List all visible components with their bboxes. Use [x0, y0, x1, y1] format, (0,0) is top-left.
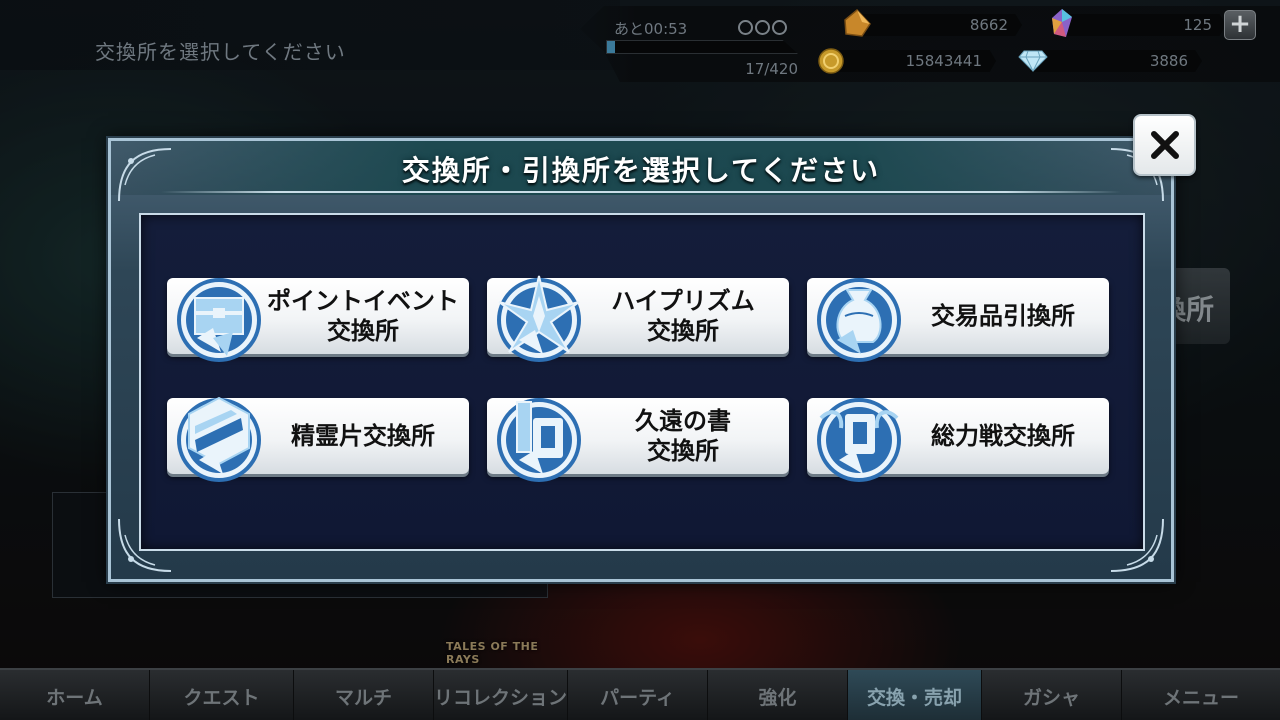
prism-star-icon: [497, 275, 581, 362]
add-currency-button[interactable]: +: [1224, 10, 1256, 40]
nav-enhance[interactable]: 強化: [708, 670, 848, 720]
prism-counter: 125: [1064, 14, 1226, 36]
exchange-label-line1: 精霊片交換所: [291, 422, 435, 450]
exchange-list-panel: [139, 213, 1145, 551]
exchange-label-line1: 久遠の書: [635, 407, 731, 435]
stamina-bar-fill: [607, 41, 615, 53]
stamina-dot: [738, 20, 753, 35]
game-logo: TALES OF THE RAYS: [446, 632, 560, 674]
ore-icon: [844, 8, 871, 37]
exchange-label-line1: ハイプリズム: [611, 287, 755, 315]
nav-gacha[interactable]: ガシャ: [982, 670, 1122, 720]
nav-home[interactable]: ホーム: [0, 670, 150, 720]
spirit-shard-icon: [177, 396, 261, 482]
nav-recollection[interactable]: リコレクション: [434, 670, 568, 720]
nav-exchange-sell[interactable]: 交換・売却: [848, 670, 982, 720]
stamina-dot: [772, 20, 787, 35]
close-button[interactable]: [1133, 114, 1196, 176]
eternal-book-exchange-button[interactable]: 久遠の書 交換所: [487, 398, 789, 482]
exchange-label-line2: 交換所: [647, 437, 719, 465]
eternal-book-icon: [497, 398, 581, 482]
gem-value: 3886: [1149, 52, 1188, 70]
gem-counter: 3886: [1030, 50, 1202, 72]
exchange-label-line2: 交換所: [327, 317, 399, 345]
exchange-select-modal: 交換所・引換所を選択してください: [108, 138, 1174, 582]
stamina-recovery-time: あと00:53: [614, 20, 688, 38]
exchange-label-line1: 総力戦交換所: [931, 422, 1075, 450]
spirit-shard-exchange-button[interactable]: 精霊片交換所: [167, 396, 469, 482]
nav-menu[interactable]: メニュー: [1122, 670, 1280, 720]
prism-value: 125: [1183, 16, 1212, 34]
bottom-navigation: ホーム クエスト マルチ リコレクション パーティ 強化 交換・売却 ガシャ メ…: [0, 668, 1280, 720]
stamina-count: 17/420: [745, 60, 798, 78]
corner-ornament-icon: [118, 148, 172, 202]
ore-value: 8662: [969, 16, 1008, 34]
treasure-chest-icon: [177, 278, 261, 362]
exchange-button-label: 交易品引換所: [903, 278, 1103, 354]
point-event-exchange-button[interactable]: ポイントイベント 交換所: [167, 278, 469, 362]
stamina-dots: [738, 20, 787, 35]
nav-multi[interactable]: マルチ: [294, 670, 434, 720]
total-war-exchange-button[interactable]: 総力戦交換所: [807, 398, 1109, 482]
close-icon: [1150, 131, 1179, 159]
ore-counter: 8662: [852, 14, 1022, 36]
stamina-gauge: あと00:53 17/420: [606, 12, 806, 78]
exchange-label-line2: 交換所: [647, 317, 719, 345]
prism-icon: [1052, 9, 1072, 37]
game-logo-text: TALES OF THE RAYS: [446, 640, 539, 666]
exchange-button-label: ハイプリズム 交換所: [583, 278, 783, 354]
total-war-icon: [817, 398, 901, 482]
nav-party[interactable]: パーティ: [568, 670, 708, 720]
background-banner-text: 交換所を選択してください: [95, 40, 346, 64]
background-banner: 交換所を選択してください: [0, 0, 620, 70]
gald-coin-icon: [818, 48, 844, 74]
exchange-label-line1: 交易品引換所: [931, 302, 1075, 330]
exchange-button-label: 久遠の書 交換所: [583, 398, 783, 474]
title-divider: [161, 191, 1121, 193]
trade-bag-icon: [817, 278, 901, 362]
exchange-button-label: 精霊片交換所: [263, 398, 463, 474]
diamond-icon: [1018, 50, 1048, 72]
stamina-bar: [606, 40, 798, 54]
exchange-label-line1: ポイントイベント: [267, 287, 459, 315]
high-prism-exchange-button[interactable]: ハイプリズム 交換所: [487, 275, 789, 362]
trade-goods-exchange-button[interactable]: 交易品引換所: [807, 278, 1109, 362]
gald-value: 15843441: [905, 52, 982, 70]
modal-title: 交換所・引換所を選択してください: [401, 154, 881, 187]
stamina-dot: [755, 20, 770, 35]
nav-quest[interactable]: クエスト: [150, 670, 294, 720]
exchange-button-label: 総力戦交換所: [903, 398, 1103, 474]
gald-counter: 15843441: [836, 50, 996, 72]
exchange-button-label: ポイントイベント 交換所: [263, 278, 463, 354]
